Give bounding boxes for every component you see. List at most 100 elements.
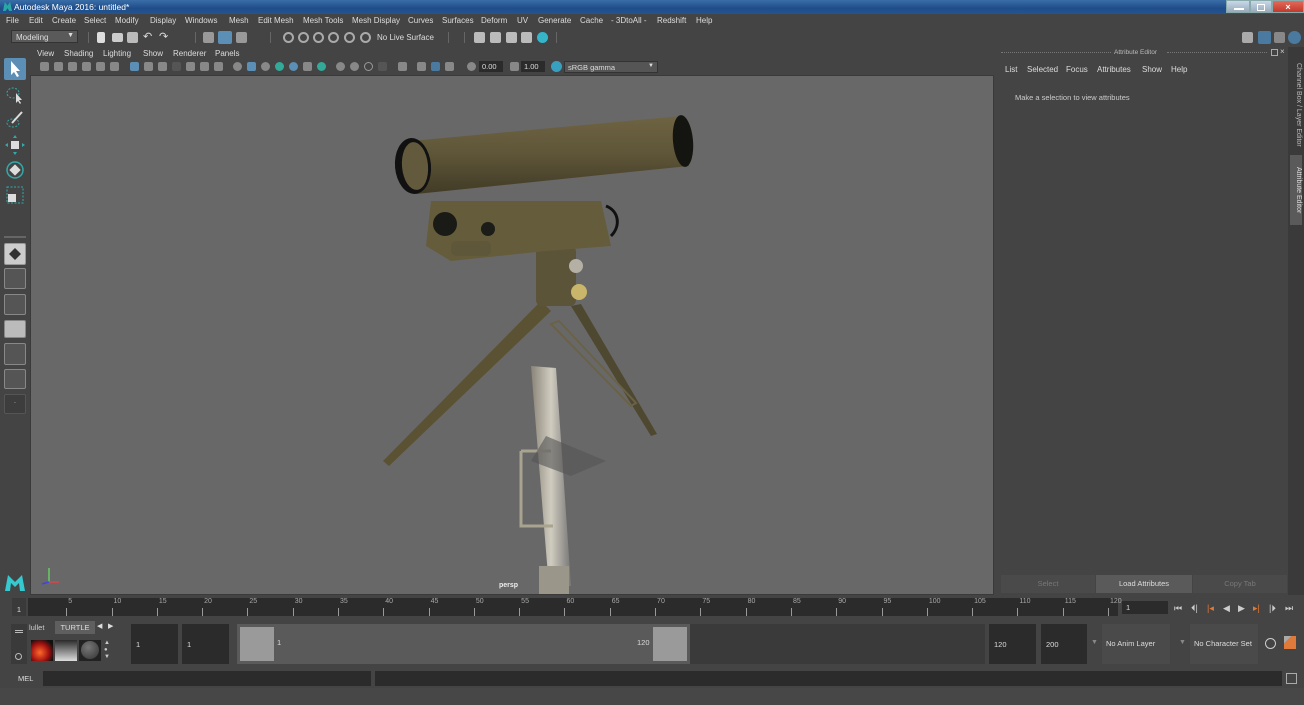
make-live-icon[interactable]: [360, 32, 371, 43]
menu-display[interactable]: Display: [150, 16, 176, 25]
ae-menu-show[interactable]: Show: [1142, 65, 1162, 74]
gear-icon[interactable]: [15, 653, 22, 660]
vp-menu-panels[interactable]: Panels: [215, 49, 239, 58]
play-forwards-icon[interactable]: ▶: [1238, 603, 1245, 614]
gamma-field[interactable]: 1.00: [521, 61, 545, 72]
menu-deform[interactable]: Deform: [481, 16, 507, 25]
float-panel-icon[interactable]: [1271, 49, 1278, 56]
snap-live-icon[interactable]: [344, 32, 355, 43]
vp-menu-show[interactable]: Show: [143, 49, 163, 58]
launcher-model[interactable]: [371, 106, 711, 606]
vp-menu-lighting[interactable]: Lighting: [103, 49, 131, 58]
menu-edit-mesh[interactable]: Edit Mesh: [258, 16, 294, 25]
mode-dropdown[interactable]: Modeling ▼: [11, 30, 78, 43]
render-frame-icon[interactable]: [474, 32, 485, 43]
range-slider-track[interactable]: [690, 624, 985, 664]
undo-icon[interactable]: ↶: [143, 30, 152, 43]
menu-help[interactable]: Help: [696, 16, 712, 25]
menu-file[interactable]: File: [6, 16, 19, 25]
menu-create[interactable]: Create: [52, 16, 76, 25]
toggle-channel-box-icon[interactable]: [1288, 31, 1301, 44]
gamma-icon[interactable]: [510, 62, 519, 71]
motion-blur-icon[interactable]: [350, 62, 359, 71]
command-language-label[interactable]: MEL: [18, 674, 33, 683]
range-slider[interactable]: 1 120: [237, 624, 690, 664]
tab-channel-box[interactable]: Channel Box / Layer Editor: [1290, 55, 1302, 155]
xray-joints-icon[interactable]: [431, 62, 440, 71]
step-back-frame-icon[interactable]: |◂: [1207, 603, 1214, 614]
ae-menu-list[interactable]: List: [1005, 65, 1017, 74]
vp-menu-renderer[interactable]: Renderer: [173, 49, 206, 58]
ae-copy-tab-button[interactable]: Copy Tab: [1193, 575, 1287, 593]
rotate-tool-icon[interactable]: [4, 159, 26, 181]
menu-uv[interactable]: UV: [517, 16, 528, 25]
menu-select[interactable]: Select: [84, 16, 106, 25]
menu-curves[interactable]: Curves: [408, 16, 433, 25]
go-to-end-icon[interactable]: ⏭: [1285, 603, 1293, 614]
vp-menu-view[interactable]: View: [37, 49, 54, 58]
current-frame-field[interactable]: 1: [1122, 601, 1168, 614]
menu-edit[interactable]: Edit: [29, 16, 43, 25]
close-panel-icon[interactable]: ×: [1280, 47, 1285, 56]
menu-modify[interactable]: Modify: [115, 16, 139, 25]
vp-menu-shading[interactable]: Shading: [64, 49, 93, 58]
film-gate-icon[interactable]: [144, 62, 153, 71]
open-scene-icon[interactable]: [112, 33, 123, 42]
depth-of-field-icon[interactable]: [378, 62, 387, 71]
2d-pan-zoom-icon[interactable]: [96, 62, 105, 71]
toggle-tool-settings-icon[interactable]: [1274, 32, 1285, 43]
screen-space-ao-icon[interactable]: [336, 62, 345, 71]
viewport-canvas[interactable]: persp: [30, 75, 994, 595]
go-to-start-icon[interactable]: ⏮: [1174, 603, 1182, 614]
color-space-dropdown[interactable]: sRGB gamma ▼: [564, 61, 658, 73]
ae-select-button[interactable]: Select: [1001, 575, 1095, 593]
menu-mesh[interactable]: Mesh: [229, 16, 249, 25]
textured-icon[interactable]: [289, 62, 298, 71]
play-backwards-icon[interactable]: ◀: [1223, 603, 1230, 614]
use-all-lights-icon[interactable]: [303, 62, 312, 71]
playback-end-field[interactable]: 120: [989, 624, 1036, 664]
bookmark-icon[interactable]: [68, 62, 77, 71]
safe-title-icon[interactable]: [214, 62, 223, 71]
safe-action-icon[interactable]: [200, 62, 209, 71]
smooth-shade-icon[interactable]: [247, 62, 256, 71]
exposure-field[interactable]: 0.00: [479, 61, 503, 72]
scroll-tabs-right-icon[interactable]: ▶: [108, 622, 113, 630]
new-scene-icon[interactable]: [97, 32, 105, 43]
menu-generate[interactable]: Generate: [538, 16, 571, 25]
grid-icon[interactable]: [130, 62, 139, 71]
grease-pencil-icon[interactable]: [110, 62, 119, 71]
paint-select-tool-icon[interactable]: [4, 109, 26, 131]
turtle-render-shelf-icon[interactable]: [31, 640, 53, 661]
range-start-handle[interactable]: [240, 627, 274, 661]
maximize-button[interactable]: [1250, 0, 1272, 13]
camera-attributes-icon[interactable]: [54, 62, 63, 71]
anti-aliasing-icon[interactable]: [364, 62, 373, 71]
custom-layout-icon[interactable]: [4, 369, 26, 389]
lasso-tool-icon[interactable]: [4, 84, 26, 106]
step-forward-frame-icon[interactable]: ▸|: [1253, 603, 1260, 614]
camera-icon[interactable]: [40, 62, 49, 71]
tab-attribute-editor[interactable]: Attribute Editor: [1290, 155, 1302, 225]
scroll-tabs-left-icon[interactable]: ◀: [97, 622, 102, 630]
single-perspective-layout-icon[interactable]: [4, 243, 26, 265]
step-back-key-icon[interactable]: ⏴|: [1191, 603, 1198, 614]
image-plane-icon[interactable]: [82, 62, 91, 71]
ae-load-attributes-button[interactable]: Load Attributes: [1096, 575, 1192, 593]
animation-preferences-icon[interactable]: [1284, 636, 1296, 649]
drag-handle[interactable]: [1001, 52, 1111, 53]
turtle-bake-shelf-icon[interactable]: [55, 640, 77, 661]
resolution-gate-icon[interactable]: [158, 62, 167, 71]
ae-menu-focus[interactable]: Focus: [1066, 65, 1088, 74]
redo-icon[interactable]: ↷: [159, 30, 168, 43]
exposure-icon[interactable]: [467, 62, 476, 71]
persp-graph-layout-icon[interactable]: [4, 320, 26, 338]
menu-3dtoall[interactable]: - 3DtoAll -: [611, 16, 647, 25]
ipr-render-icon[interactable]: [490, 32, 501, 43]
color-management-icon[interactable]: [551, 61, 562, 72]
save-scene-icon[interactable]: [127, 32, 138, 43]
wireframe-on-shaded-icon[interactable]: [275, 62, 284, 71]
command-input[interactable]: [43, 671, 371, 686]
ae-menu-help[interactable]: Help: [1171, 65, 1187, 74]
turtle-surface-shelf-icon[interactable]: [79, 640, 101, 661]
